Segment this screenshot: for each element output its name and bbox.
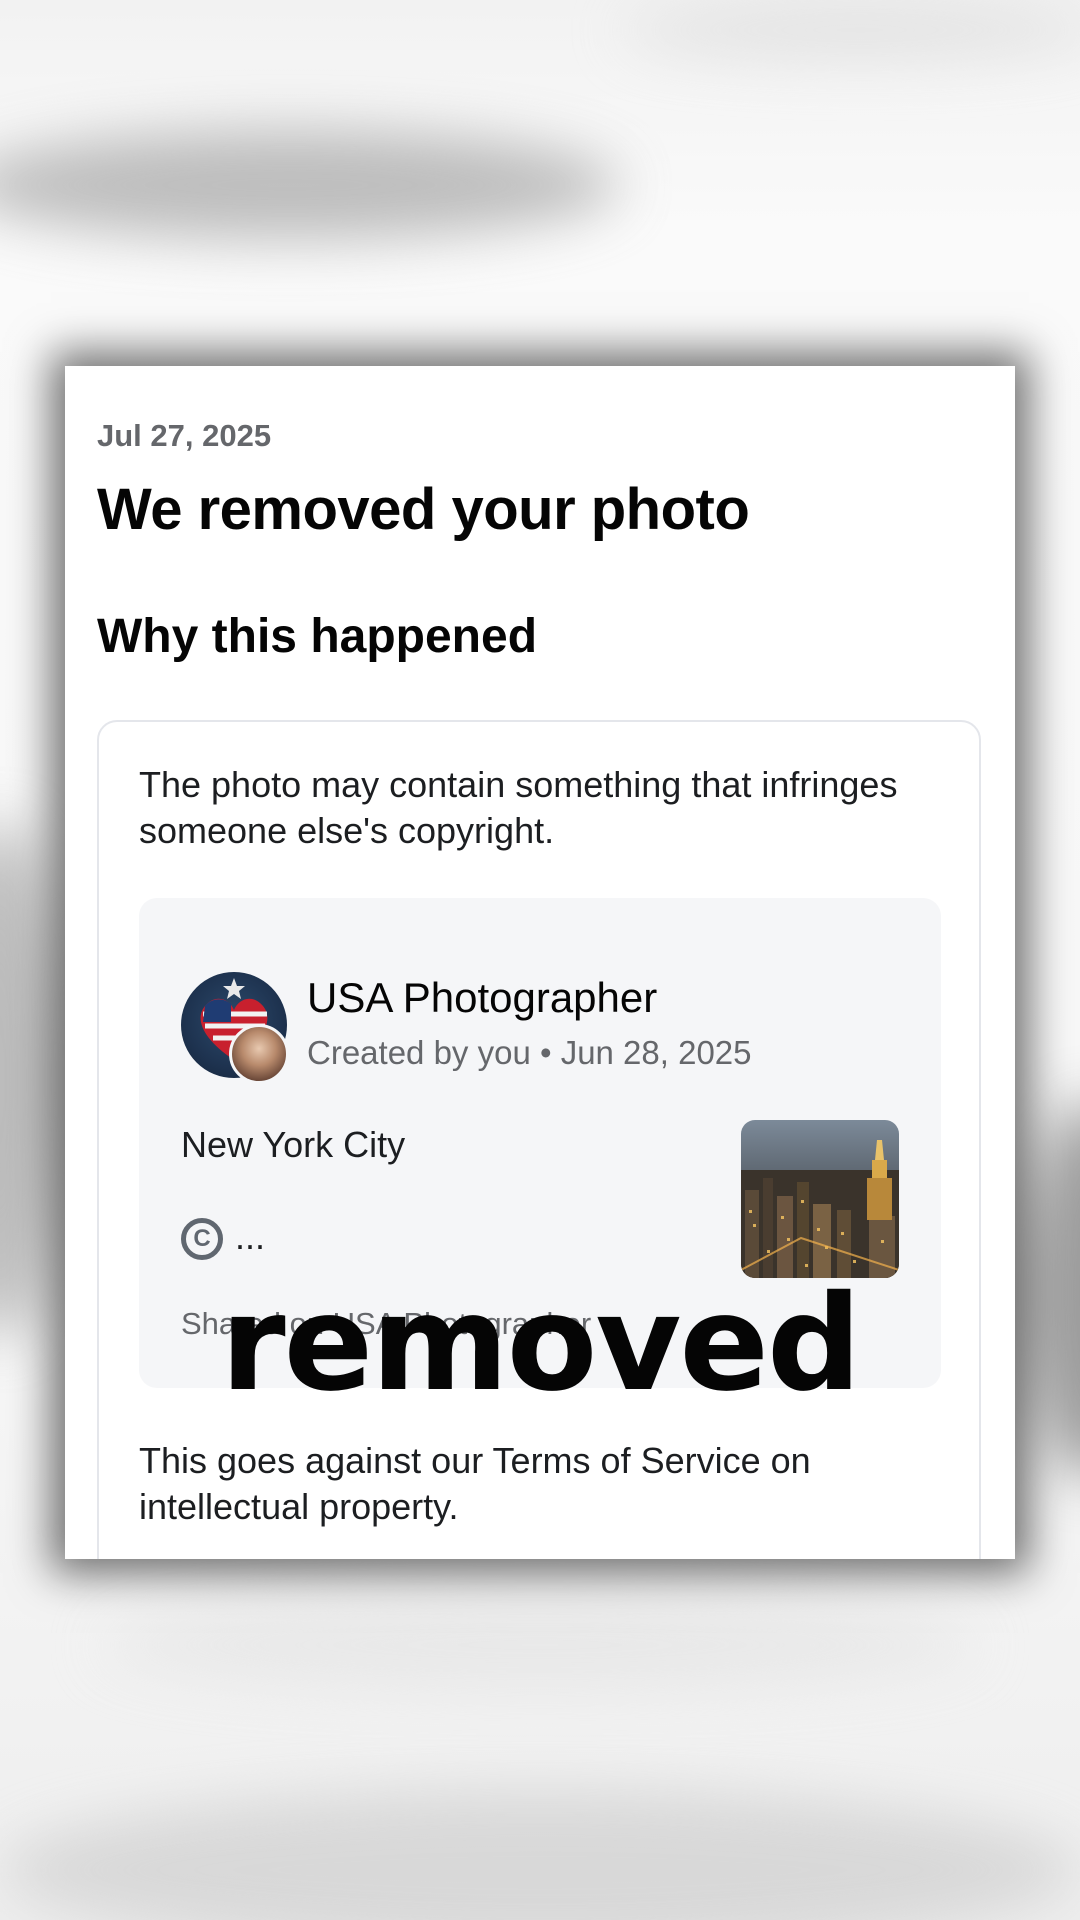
removed-overlay-caption: removed bbox=[220, 1267, 862, 1421]
page-avatar[interactable] bbox=[181, 972, 289, 1084]
reason-text: The photo may contain something that inf… bbox=[139, 764, 898, 851]
copyright-ellipsis: ... bbox=[235, 1216, 266, 1257]
copyright-icon: C bbox=[181, 1218, 223, 1261]
page-name[interactable]: USA Photographer bbox=[307, 974, 657, 1022]
blurred-background-shape bbox=[620, 0, 1080, 60]
post-caption: New York City bbox=[181, 1124, 406, 1165]
blurred-background-shape bbox=[0, 1790, 1080, 1920]
reason-box: The photo may contain something that inf… bbox=[97, 720, 981, 1559]
profile-photo-badge-icon bbox=[229, 1024, 289, 1084]
city-skyline-thumbnail-icon[interactable] bbox=[741, 1120, 899, 1278]
blurred-background-shape bbox=[0, 820, 60, 1340]
copyright-row: C... bbox=[181, 1216, 266, 1261]
screen: Jul 27, 2025 We removed your photo Why t… bbox=[0, 0, 1080, 1920]
notice-date: Jul 27, 2025 bbox=[97, 418, 272, 453]
post-meta: Created by you • Jun 28, 2025 bbox=[307, 1034, 752, 1071]
policy-text: This goes against our Terms of Service o… bbox=[139, 1440, 811, 1527]
blurred-background-shape bbox=[0, 130, 620, 240]
notice-title: We removed your photo bbox=[97, 477, 750, 542]
blurred-background-shape bbox=[100, 1600, 980, 1690]
why-heading: Why this happened bbox=[97, 610, 538, 663]
